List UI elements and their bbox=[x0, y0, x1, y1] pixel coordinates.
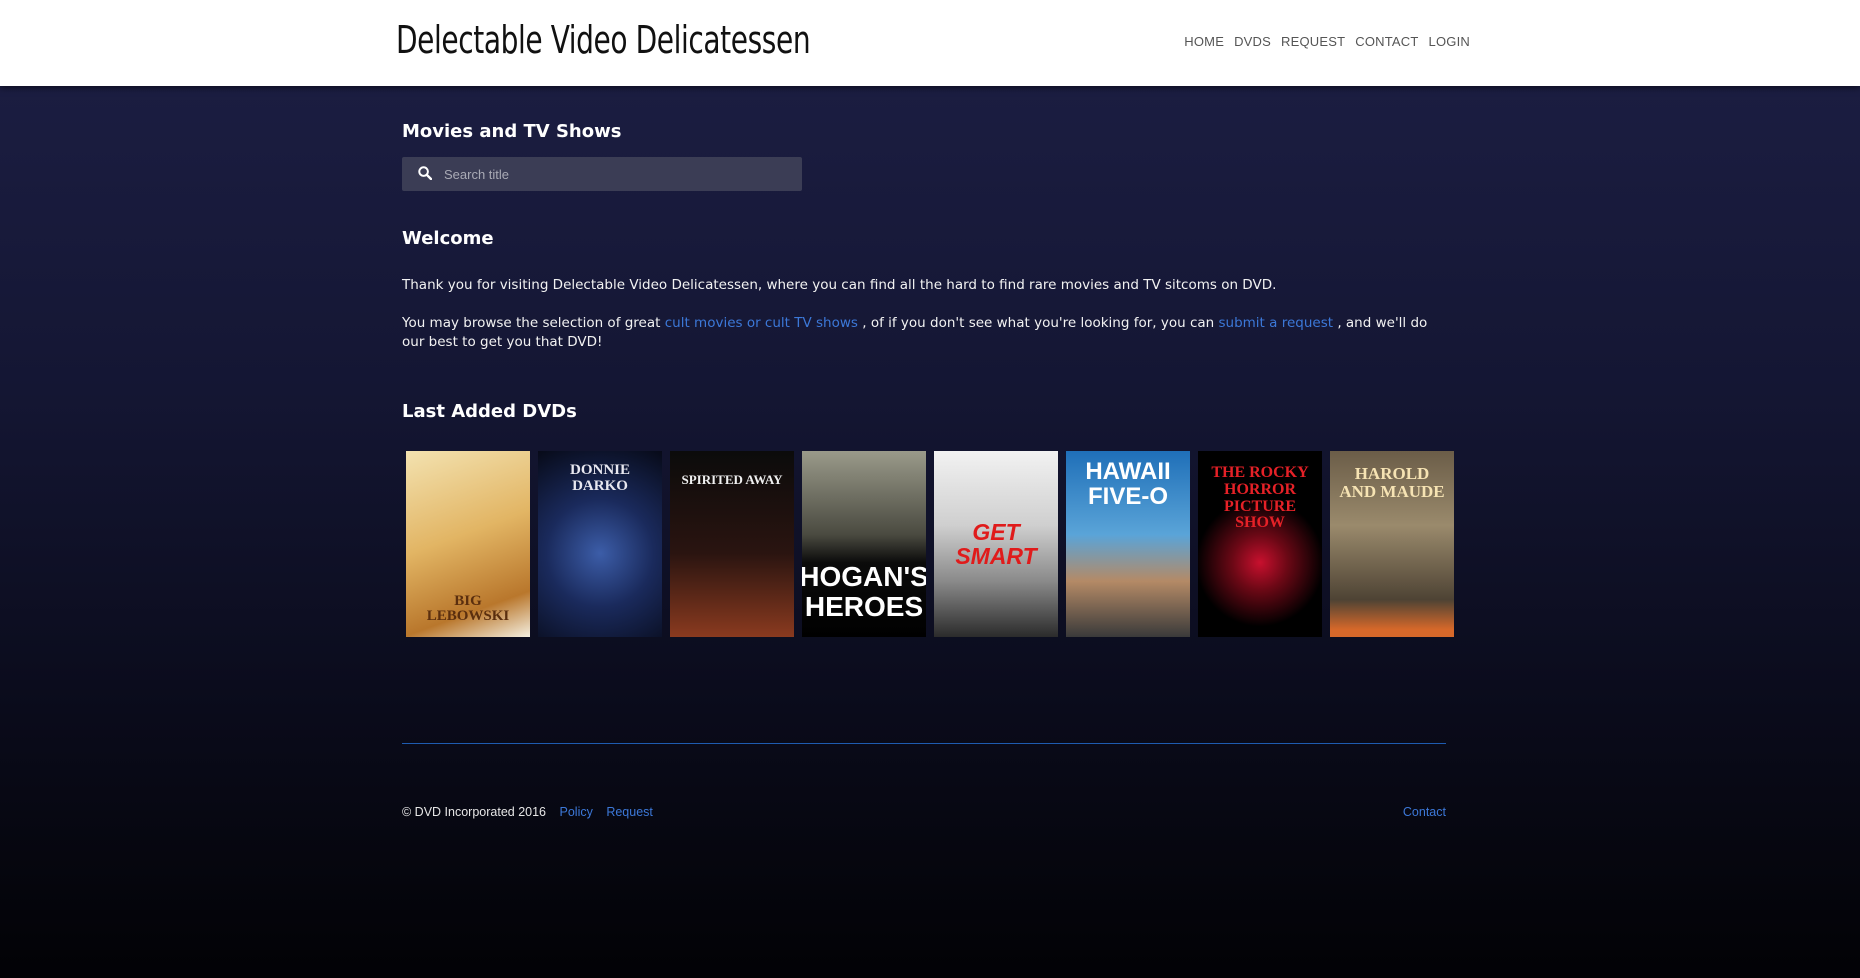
copyright-text: © DVD Incorporated 2016 bbox=[402, 805, 547, 819]
footer-request-link[interactable]: Request bbox=[606, 805, 653, 819]
submit-request-link[interactable]: submit a request bbox=[1219, 315, 1334, 331]
welcome-paragraph-1: Thank you for visiting Delectable Video … bbox=[402, 277, 1277, 293]
footer-policy-link[interactable]: Policy bbox=[560, 805, 593, 819]
footer-contact-link[interactable]: Contact bbox=[1403, 805, 1446, 819]
dvd-cover-title: HOGAN'S HEROES bbox=[802, 561, 926, 622]
dvd-cover[interactable]: DONNIE DARKO bbox=[538, 451, 662, 637]
search-icon bbox=[418, 166, 432, 180]
dvd-cover[interactable]: HAWAII FIVE-O bbox=[1066, 451, 1190, 637]
dvd-cover-title: BIG LEBOWSKI bbox=[426, 592, 510, 625]
welcome-paragraph-2: You may browse the selection of great cu… bbox=[402, 314, 1448, 352]
dvd-cover[interactable]: THE ROCKY HORROR PICTURE SHOW bbox=[1198, 451, 1322, 637]
movies-heading: Movies and TV Shows bbox=[402, 121, 622, 142]
footer-divider bbox=[402, 743, 1446, 744]
main-nav: HOME DVDS REQUEST CONTACT LOGIN bbox=[1184, 34, 1470, 49]
dvd-cover[interactable]: BIG LEBOWSKI bbox=[406, 451, 530, 637]
dvd-gallery: BIG LEBOWSKI DONNIE DARKO SPIRITED AWAY … bbox=[406, 451, 1454, 637]
dvd-cover[interactable]: SPIRITED AWAY bbox=[670, 451, 794, 637]
dvd-cover-title: DONNIE DARKO bbox=[569, 462, 630, 494]
dvd-cover-title: GET SMART bbox=[955, 518, 1037, 569]
dvd-cover-title: HAWAII FIVE-O bbox=[1085, 458, 1171, 511]
nav-request[interactable]: REQUEST bbox=[1281, 34, 1345, 49]
nav-login[interactable]: LOGIN bbox=[1429, 34, 1470, 49]
para2-text-a: You may browse the selection of great bbox=[402, 315, 665, 331]
nav-dvds[interactable]: DVDS bbox=[1234, 34, 1271, 49]
search-box bbox=[402, 157, 802, 191]
dvd-cover-title: THE ROCKY HORROR PICTURE SHOW bbox=[1211, 464, 1309, 532]
site-brand[interactable]: Delectable Video Delicatessen bbox=[396, 18, 811, 62]
nav-home[interactable]: HOME bbox=[1184, 34, 1224, 49]
dvd-cover-title: HAROLD AND MAUDE bbox=[1339, 464, 1445, 501]
last-added-heading: Last Added DVDs bbox=[402, 401, 577, 422]
nav-contact[interactable]: CONTACT bbox=[1355, 34, 1418, 49]
cult-titles-link[interactable]: cult movies or cult TV shows bbox=[665, 315, 858, 331]
dvd-cover-title: SPIRITED AWAY bbox=[681, 472, 783, 487]
footer: © DVD Incorporated 2016 Policy Request C… bbox=[402, 805, 1446, 819]
dvd-cover[interactable]: GET SMART bbox=[934, 451, 1058, 637]
top-navbar: Delectable Video Delicatessen HOME DVDS … bbox=[0, 0, 1860, 86]
welcome-heading: Welcome bbox=[402, 228, 494, 249]
dvd-cover[interactable]: HOGAN'S HEROES bbox=[802, 451, 926, 637]
para2-text-b: , of if you don't see what you're lookin… bbox=[857, 315, 1219, 331]
search-input[interactable] bbox=[444, 157, 794, 191]
dvd-cover[interactable]: HAROLD AND MAUDE bbox=[1330, 451, 1454, 637]
